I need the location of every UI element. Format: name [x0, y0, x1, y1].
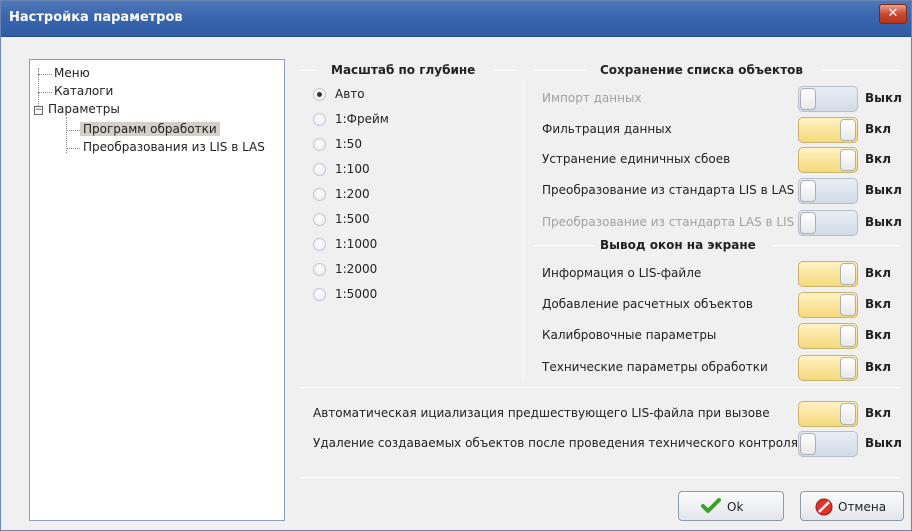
toggle-switch[interactable]: [798, 178, 858, 204]
scale-option[interactable]: 1:1000: [313, 237, 433, 255]
toggle-knob[interactable]: [840, 119, 856, 141]
radio-button[interactable]: [313, 288, 326, 301]
tree-item-processing-programs[interactable]: Программ обработки: [80, 122, 220, 136]
toggle-switch[interactable]: [798, 261, 858, 287]
toggle-switch[interactable]: [798, 117, 858, 143]
tree-item-catalogs[interactable]: Каталоги: [54, 84, 113, 98]
toggle-knob[interactable]: [840, 357, 856, 379]
scale-option[interactable]: 1:200: [313, 187, 433, 205]
radio-button[interactable]: [313, 88, 326, 101]
depth-scale-title: Масштаб по глубине: [331, 63, 476, 77]
scale-option-label: 1:200: [335, 187, 370, 201]
cancel-button[interactable]: Отмена: [800, 491, 904, 521]
close-icon[interactable]: ✕: [888, 6, 899, 21]
scale-option[interactable]: 1:50: [313, 137, 433, 155]
scale-option-label: 1:50: [335, 137, 362, 151]
toggle-state-label: Выкл: [865, 215, 902, 229]
scale-option-label: 1:Фрейм: [335, 112, 389, 126]
cancel-button-label: Отмена: [838, 500, 887, 514]
toggle-switch[interactable]: [798, 431, 858, 457]
radio-button[interactable]: [313, 238, 326, 251]
scale-option[interactable]: 1:2000: [313, 262, 433, 280]
toggle-state-label: Вкл: [865, 328, 892, 342]
toggle-switch[interactable]: [798, 292, 858, 318]
option-label: Калибровочные параметры: [542, 328, 717, 342]
no-entry-icon: [815, 498, 833, 519]
toggle-knob[interactable]: [840, 403, 856, 425]
toggle-switch[interactable]: [798, 86, 858, 112]
option-label: Преобразование из стандарта LIS в LAS: [542, 183, 795, 197]
checkmark-icon: [701, 498, 721, 517]
scale-option-label: 1:1000: [335, 237, 378, 251]
scale-option-label: Авто: [335, 87, 365, 101]
scale-option-label: 1:500: [335, 212, 370, 226]
radio-button[interactable]: [313, 213, 326, 226]
settings-tree: Меню Каталоги − Параметры Программ обраб…: [29, 59, 285, 521]
toggle-knob[interactable]: [840, 325, 856, 347]
toggle-knob[interactable]: [800, 88, 816, 110]
title-bar[interactable]: Настройка параметров ✕: [1, 1, 911, 37]
scale-option[interactable]: 1:Фрейм: [313, 112, 433, 130]
toggle-switch[interactable]: [798, 401, 858, 427]
toggle-state-label: Выкл: [865, 91, 902, 105]
toggle-switch[interactable]: [798, 355, 858, 381]
option-label: Информация о LIS-файле: [542, 266, 702, 280]
scale-option[interactable]: 1:100: [313, 162, 433, 180]
radio-button[interactable]: [313, 263, 326, 276]
option-label: Фильтрация данных: [542, 122, 672, 136]
toggle-state-label: Вкл: [865, 406, 892, 420]
option-label: Технические параметры обработки: [542, 360, 768, 374]
scale-option[interactable]: Авто: [313, 87, 433, 105]
option-label: Автоматическая ициализация предшествующе…: [313, 406, 770, 420]
scale-option-label: 1:100: [335, 162, 370, 176]
window-title: Настройка параметров: [9, 10, 183, 25]
toggle-state-label: Вкл: [865, 297, 892, 311]
scale-option[interactable]: 1:500: [313, 212, 433, 230]
tree-item-lis-to-las[interactable]: Преобразования из LIS в LAS: [83, 140, 265, 154]
toggle-knob[interactable]: [800, 212, 816, 234]
toggle-state-label: Выкл: [865, 436, 902, 450]
toggle-knob[interactable]: [800, 180, 816, 202]
toggle-knob[interactable]: [840, 294, 856, 316]
scale-option[interactable]: 1:5000: [313, 287, 433, 305]
toggle-knob[interactable]: [840, 263, 856, 285]
toggle-switch[interactable]: [798, 323, 858, 349]
radio-button[interactable]: [313, 163, 326, 176]
radio-button[interactable]: [313, 188, 326, 201]
toggle-state-label: Выкл: [865, 183, 902, 197]
save-objects-title: Сохранение списка объектов: [600, 63, 803, 77]
windows-output-title: Вывод окон на экране: [600, 238, 756, 252]
toggle-knob[interactable]: [840, 149, 856, 171]
toggle-state-label: Вкл: [865, 360, 892, 374]
radio-button[interactable]: [313, 138, 326, 151]
radio-button[interactable]: [313, 113, 326, 126]
tree-item-parameters[interactable]: Параметры: [48, 102, 120, 116]
scale-option-label: 1:5000: [335, 287, 378, 301]
close-button[interactable]: ✕: [879, 4, 907, 24]
option-label: Добавление расчетных объектов: [542, 297, 753, 311]
toggle-state-label: Вкл: [865, 152, 892, 166]
option-label: Преобразование из стандарта LAS в LIS: [542, 215, 795, 229]
option-label: Импорт данных: [542, 91, 642, 105]
ok-button-label: Ok: [727, 500, 744, 514]
tree-item-menu[interactable]: Меню: [54, 66, 90, 80]
ok-button[interactable]: Ok: [678, 491, 784, 521]
toggle-switch[interactable]: [798, 147, 858, 173]
option-label: Устранение единичных сбоев: [542, 152, 731, 166]
toggle-state-label: Вкл: [865, 266, 892, 280]
toggle-switch[interactable]: [798, 210, 858, 236]
settings-dialog: Настройка параметров ✕ Меню Каталоги − П…: [0, 0, 912, 531]
toggle-state-label: Вкл: [865, 122, 892, 136]
toggle-knob[interactable]: [800, 433, 816, 455]
scale-option-label: 1:2000: [335, 262, 378, 276]
option-label: Удаление создаваемых объектов после пров…: [313, 436, 798, 450]
collapse-icon[interactable]: −: [34, 106, 43, 115]
